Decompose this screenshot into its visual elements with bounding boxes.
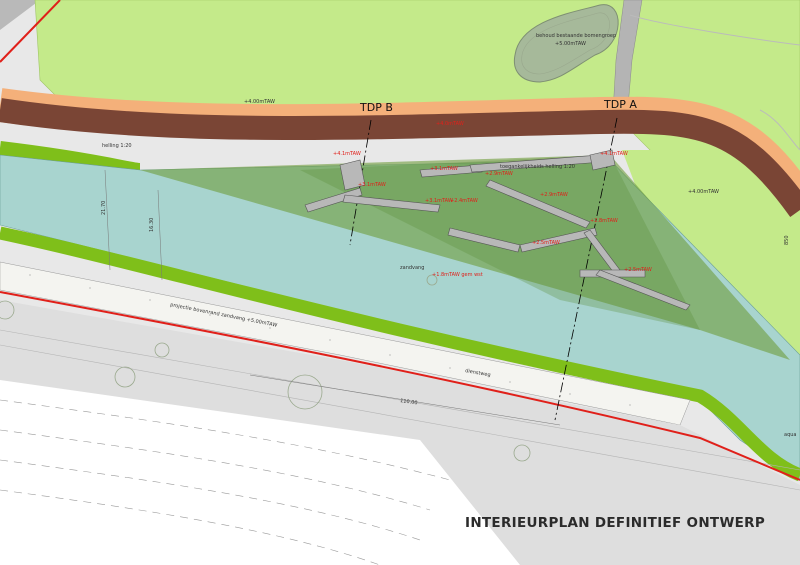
level-6: +2.9mTAW	[485, 171, 513, 177]
level-9: +2.5mTAW	[532, 240, 560, 246]
lawn-right-level: +4.00mTAW	[688, 189, 719, 195]
level-4: +3.1mTAW	[425, 198, 453, 204]
path-level: +4.0mTAW	[436, 121, 464, 127]
dimension-1630: 16.30	[149, 218, 155, 232]
level-5: +2.4mTAW	[450, 198, 478, 204]
level-1: +4.1mTAW	[333, 151, 361, 157]
edge-right-label: 850	[784, 235, 790, 245]
tree-group-label: behoud bestaande bomengroep	[536, 33, 616, 39]
plan-title: INTERIEURPLAN DEFINITIEF ONTWERP	[465, 515, 765, 531]
site-plan-drawing: behoud bestaande bomengroep +5.00mTAW +4…	[0, 0, 800, 565]
level-10: +2.5mTAW	[624, 267, 652, 273]
sandtrap-level: +1.8mTAW gem wst	[432, 272, 483, 278]
level-8: +2.8mTAW	[590, 218, 618, 224]
slope-label: helling 1:20	[102, 143, 132, 149]
section-label-a: TDP A	[603, 98, 637, 111]
lawn-left-level: +4.00mTAW	[244, 99, 275, 105]
dimension-2170: 21.70	[101, 201, 107, 215]
sandtrap-label: zandvang	[400, 265, 424, 271]
level-2: +3.1mTAW	[430, 166, 458, 172]
level-3: +3.1mTAW	[358, 182, 386, 188]
level-7: +2.9mTAW	[540, 192, 568, 198]
section-label-b: TDP B	[359, 101, 393, 114]
level-11: +4.1mTAW	[600, 151, 628, 157]
tree-group-level: +5.00mTAW	[555, 41, 586, 47]
edge-water-label: aqua	[784, 432, 796, 438]
accessibility-label: toegankelijkheids helling 1:20	[500, 164, 575, 170]
